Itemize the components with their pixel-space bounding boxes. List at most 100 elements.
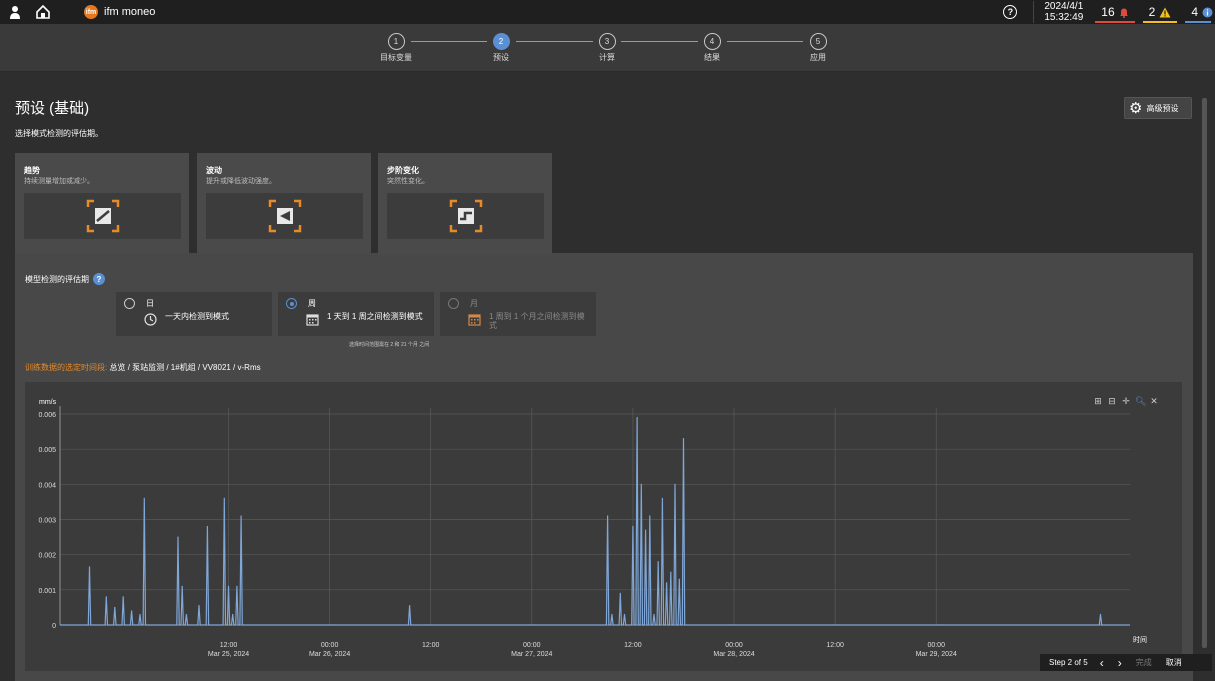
data-point	[678, 578, 680, 580]
training-path[interactable]: 总览 / 泵站监测 / 1#机组 / VV8021 / v-Rms	[109, 363, 260, 372]
info-icon[interactable]: ?	[93, 273, 105, 285]
pattern-card-trend[interactable]: 趋势 持续测量增加或减少。	[15, 153, 189, 253]
wizard-step-1[interactable]: 1 目标变量	[366, 33, 426, 63]
y-tick-label: 0.006	[38, 412, 56, 419]
period-option-week[interactable]: 周 1 天到 1 周之间检测到模式	[278, 292, 434, 336]
tour-cancel-button[interactable]: 取消	[1166, 657, 1182, 668]
alarm-counter[interactable]: 16	[1091, 0, 1138, 24]
wizard-step-2[interactable]: 2 预设	[471, 33, 531, 63]
radio-month[interactable]	[448, 298, 459, 309]
y-tick-label: 0.005	[38, 447, 56, 454]
card-illustration	[387, 193, 544, 239]
page-title: 预设 (基础)	[15, 100, 90, 117]
gear-icon: ⚙	[1129, 99, 1143, 117]
data-point	[409, 605, 411, 607]
calendar-icon	[306, 313, 319, 328]
x-tick-label: 00:00	[725, 642, 743, 649]
pan-icon[interactable]: ✛	[1121, 396, 1131, 407]
data-point	[198, 605, 200, 607]
data-point	[240, 515, 242, 517]
data-point	[114, 606, 116, 609]
data-point	[177, 536, 179, 538]
magnify-icon[interactable]: 🔍︎	[1135, 396, 1146, 407]
option-desc: 1 天到 1 周之间检测到模式	[327, 312, 423, 321]
data-point	[636, 416, 638, 419]
info-counter[interactable]: 4	[1181, 0, 1215, 24]
wizard-step-3[interactable]: 3 计算	[577, 33, 637, 63]
warning-counter[interactable]: 2	[1139, 0, 1182, 24]
x-tick-date: Mar 28, 2024	[713, 651, 754, 658]
top-bar: ifm ifm moneo ? 2024/4/1 15:32:49 16 2 4	[0, 0, 1215, 24]
clock-icon	[144, 313, 157, 328]
wizard-stepper: 1 目标变量 2 预设 3 计算 4 结果 5 应用	[0, 24, 1215, 72]
radio-week[interactable]	[286, 298, 297, 309]
step-number: 5	[809, 33, 827, 50]
period-label-text: 模型检测的评估期	[25, 274, 89, 284]
x-tick-label: 12:00	[220, 642, 238, 649]
moneo-logo-icon: ifm	[84, 5, 98, 19]
pattern-card-fluctuation[interactable]: 波动 提升或降低波动强度。	[197, 153, 371, 253]
user-icon[interactable]	[4, 1, 26, 23]
data-point	[139, 613, 141, 616]
period-option-day[interactable]: 日 一天内检测到模式	[116, 292, 272, 336]
advanced-preset-button[interactable]: ⚙ 高级预设	[1124, 97, 1192, 119]
card-title: 步阶变化	[387, 166, 419, 175]
period-option-month[interactable]: 月 1 周到 1 个月之间检测到模式	[440, 292, 596, 336]
x-axis-label: 时间	[1133, 635, 1147, 644]
next-icon[interactable]: ›	[1118, 656, 1122, 670]
data-point	[674, 483, 676, 485]
data-point	[223, 497, 225, 499]
wizard-step-5[interactable]: 5 应用	[788, 33, 848, 63]
x-tick-label: 12:00	[624, 642, 642, 649]
data-point	[181, 585, 183, 587]
x-tick-date: Mar 27, 2024	[511, 651, 552, 658]
card-desc: 提升或降低波动强度。	[206, 178, 276, 185]
pattern-card-step-change[interactable]: 步阶变化 突然性变化。	[378, 153, 552, 255]
data-point	[623, 613, 626, 616]
evaluation-period-label: 模型检测的评估期 ?	[25, 273, 105, 285]
prev-icon[interactable]: ‹	[1100, 656, 1104, 670]
wizard-step-4[interactable]: 4 结果	[682, 33, 742, 63]
info-count: 4	[1191, 5, 1198, 19]
zoom-out-icon[interactable]: ⊟	[1107, 396, 1117, 407]
card-illustration	[206, 193, 363, 239]
step-number: 1	[387, 33, 405, 50]
zoom-in-icon[interactable]: ⊞	[1093, 396, 1103, 407]
line-chart[interactable]: 0 0.001 0.002 0.003 0.004 0.005 0.006 12:00 Mar …	[25, 382, 1182, 671]
step-label: 计算	[599, 53, 615, 62]
y-tick-label: 0.001	[38, 588, 56, 595]
y-tick-label: 0.004	[38, 482, 56, 489]
option-name: 周	[308, 299, 316, 308]
trend-icon	[86, 199, 119, 233]
x-tick-label: 00:00	[321, 642, 339, 649]
option-desc: 一天内检测到模式	[165, 312, 229, 321]
step-label: 应用	[810, 53, 826, 62]
advanced-preset-label: 高级预设	[1146, 103, 1179, 113]
data-point	[1099, 613, 1102, 616]
datetime: 2024/4/1 15:32:49	[1033, 1, 1091, 23]
chart-container: 0 0.001 0.002 0.003 0.004 0.005 0.006 12:00 Mar …	[25, 382, 1182, 671]
tour-finish-button[interactable]: 完成	[1136, 657, 1152, 668]
help-icon[interactable]: ?	[1003, 5, 1018, 19]
data-point	[644, 529, 647, 531]
home-icon[interactable]	[32, 1, 54, 23]
radio-day[interactable]	[124, 298, 135, 309]
step-number: 3	[598, 33, 616, 50]
card-illustration	[24, 193, 181, 239]
data-point	[666, 582, 668, 584]
data-point	[611, 613, 613, 616]
card-desc: 持续测量增加或减少。	[24, 178, 94, 185]
data-point	[640, 483, 642, 485]
warning-icon	[1159, 7, 1171, 17]
step-number: 4	[703, 33, 721, 50]
step-change-icon	[449, 199, 482, 233]
x-tick-label: 12:00	[826, 642, 844, 649]
data-point	[105, 596, 107, 598]
option-name: 日	[146, 299, 154, 308]
reset-icon[interactable]: ✕	[1149, 396, 1159, 407]
data-point	[653, 613, 655, 616]
data-point	[682, 438, 685, 440]
data-point	[227, 585, 230, 587]
scrollbar[interactable]	[1202, 98, 1207, 648]
series-line	[60, 417, 1130, 626]
